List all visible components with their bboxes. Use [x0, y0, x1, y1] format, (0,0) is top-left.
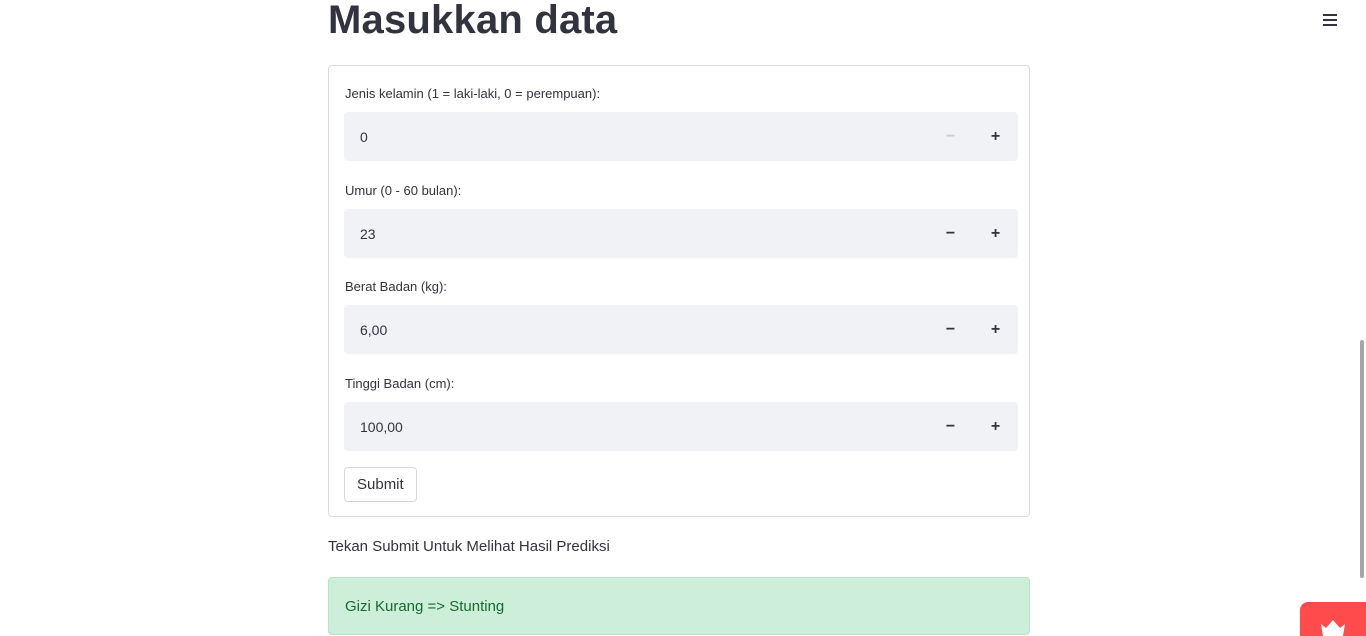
prediction-result-text: Gizi Kurang => Stunting	[345, 597, 505, 615]
page: Masukkan data Jenis kelamin (1 = laki-la…	[0, 0, 1366, 636]
input-form: Jenis kelamin (1 = laki-laki, 0 = peremp…	[328, 65, 1030, 517]
weight-number-input: 6,00 − +	[344, 305, 1018, 354]
gender-number-input: 0 − +	[344, 112, 1018, 161]
height-number-input: 100,00 − +	[344, 402, 1018, 451]
prediction-result-alert: Gizi Kurang => Stunting	[328, 577, 1030, 635]
height-decrement-button[interactable]: −	[928, 402, 973, 451]
height-label: Tinggi Badan (cm):	[345, 376, 455, 391]
gender-label: Jenis kelamin (1 = laki-laki, 0 = peremp…	[345, 86, 601, 101]
height-input[interactable]: 100,00	[344, 419, 928, 435]
page-title: Masukkan data	[328, 0, 618, 42]
gender-decrement-button[interactable]: −	[928, 112, 973, 161]
age-decrement-button[interactable]: −	[928, 209, 973, 258]
weight-label: Berat Badan (kg):	[345, 279, 447, 294]
age-input[interactable]: 23	[344, 226, 928, 242]
hamburger-menu-icon	[1323, 14, 1337, 26]
hint-text: Tekan Submit Untuk Melihat Hasil Prediks…	[328, 538, 610, 555]
weight-increment-button[interactable]: +	[973, 305, 1018, 354]
weight-input[interactable]: 6,00	[344, 322, 928, 338]
height-increment-button[interactable]: +	[973, 402, 1018, 451]
weight-decrement-button[interactable]: −	[928, 305, 973, 354]
main-menu-button[interactable]	[1316, 8, 1344, 32]
streamlit-badge-button[interactable]	[1300, 602, 1366, 636]
crown-icon	[1321, 620, 1345, 636]
gender-increment-button[interactable]: +	[973, 112, 1018, 161]
age-number-input: 23 − +	[344, 209, 1018, 258]
gender-input[interactable]: 0	[344, 129, 928, 145]
age-increment-button[interactable]: +	[973, 209, 1018, 258]
age-label: Umur (0 - 60 bulan):	[345, 183, 462, 198]
submit-button[interactable]: Submit	[344, 467, 417, 502]
page-scrollbar[interactable]	[1360, 340, 1364, 578]
